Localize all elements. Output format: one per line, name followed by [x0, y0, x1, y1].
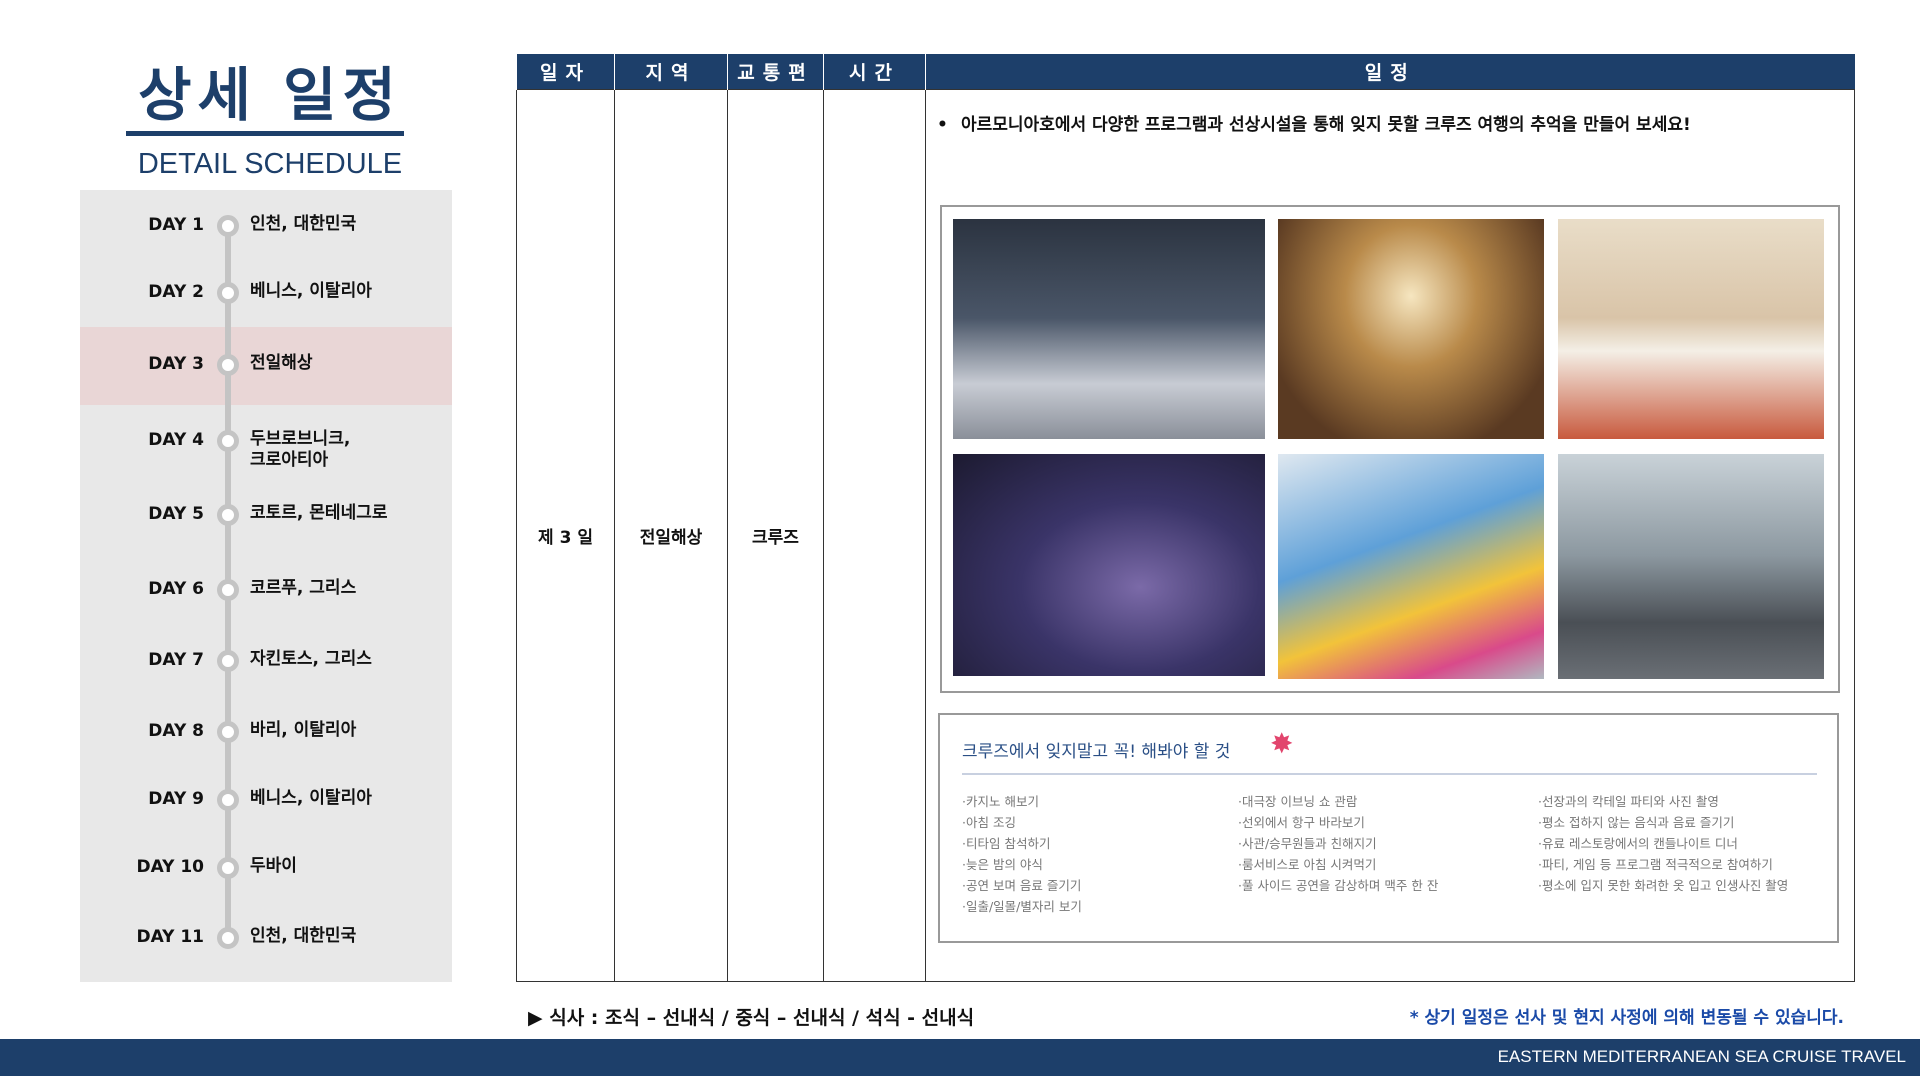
day-label: DAY 5 — [148, 504, 204, 524]
meal-info: ▶ 식사 : 조식 – 선내식 / 중식 – 선내식 / 석식 - 선내식 — [528, 1007, 975, 1029]
photo-dining-room — [1558, 219, 1824, 439]
timeline-dot-icon — [217, 789, 239, 811]
day-item[interactable]: DAY 6 코르푸, 그리스 — [80, 575, 452, 605]
cell-date: 제 3 일 — [516, 88, 615, 982]
photo-casino-lobby — [1278, 219, 1544, 439]
must-do-item: ·풀 사이드 공연을 감상하며 맥주 한 잔 — [1238, 878, 1439, 893]
must-do-column: ·대극장 이브닝 쇼 관람 ·선외에서 항구 바라보기 ·사관/승무원들과 친해지기… — [1238, 791, 1438, 896]
must-do-item: ·선외에서 항구 바라보기 — [1238, 815, 1365, 830]
must-do-box: 크루즈에서 잊지말고 꼭! 해봐야 할 것 ✸ ·카지노 해보기 ·아침 조깅 ·티… — [938, 713, 1839, 943]
day-place: 인천, 대한민국 — [250, 214, 357, 234]
day-item[interactable]: DAY 2 베니스, 이탈리아 — [80, 278, 452, 308]
must-do-item: ·사관/승무원들과 친해지기 — [1238, 836, 1377, 851]
timeline-dot-icon — [217, 504, 239, 526]
schedule-content: 아르모니아호에서 다양한 프로그램과 선상시설을 통해 잊지 못할 크루즈 여행… — [925, 89, 1855, 982]
day-item[interactable]: DAY 9 베니스, 이탈리아 — [80, 785, 452, 815]
timeline-dot-icon — [217, 282, 239, 304]
photo-fitness-center — [1558, 454, 1824, 679]
day-label: DAY 2 — [148, 282, 204, 302]
must-do-title: 크루즈에서 잊지말고 꼭! 해봐야 할 것 — [962, 742, 1231, 762]
cell-time — [823, 88, 926, 982]
must-do-item: ·평소에 입지 못한 화려한 옷 입고 인생사진 촬영 — [1538, 878, 1789, 893]
day-label: DAY 7 — [148, 650, 204, 670]
day-item[interactable]: DAY 10 두바이 — [80, 853, 452, 883]
schedule-description: 아르모니아호에서 다양한 프로그램과 선상시설을 통해 잊지 못할 크루즈 여행… — [937, 115, 1737, 136]
must-do-item: ·일출/일몰/별자리 보기 — [962, 899, 1082, 914]
must-do-item: ·유료 레스토랑에서의 캔들나이트 디너 — [1538, 836, 1738, 851]
day-label: DAY 6 — [148, 579, 204, 599]
must-do-item: ·파티, 게임 등 프로그램 적극적으로 참여하기 — [1538, 857, 1773, 872]
day-place: 코르푸, 그리스 — [250, 578, 357, 598]
day-label: DAY 10 — [136, 857, 204, 877]
timeline-dot-icon — [217, 857, 239, 879]
day-item[interactable]: DAY 7 자킨토스, 그리스 — [80, 646, 452, 676]
day-place: 코토르, 몬테네그로 — [250, 503, 388, 523]
must-do-item: ·룸서비스로 아침 시켜먹기 — [1238, 857, 1377, 872]
photo-theater-show — [953, 454, 1265, 676]
timeline-dot-icon — [217, 721, 239, 743]
timeline-dot-icon — [217, 354, 239, 376]
day-label: DAY 4 — [148, 430, 204, 450]
footer-text: EASTERN MEDITERRANEAN SEA CRUISE TRAVEL — [1497, 1047, 1906, 1066]
must-do-column: ·카지노 해보기 ·아침 조깅 ·티타임 참석하기 ·늦은 밤의 야식 ·공연 보며 음… — [962, 791, 1082, 917]
day-place: 인천, 대한민국 — [250, 926, 357, 946]
day-item[interactable]: DAY 5 코토르, 몬테네그로 — [80, 500, 452, 530]
timeline-dot-icon — [217, 579, 239, 601]
day-label: DAY 11 — [136, 927, 204, 947]
must-do-item: ·평소 접하지 않는 음식과 음료 즐기기 — [1538, 815, 1735, 830]
must-do-item: ·아침 조깅 — [962, 815, 1016, 830]
timeline-dot-icon — [217, 927, 239, 949]
page-subtitle: DETAIL SCHEDULE — [137, 148, 403, 180]
header-transport: 교통편 — [727, 54, 824, 89]
title-underline — [126, 131, 404, 136]
day-label: DAY 9 — [148, 789, 204, 809]
must-do-item: ·공연 보며 음료 즐기기 — [962, 878, 1082, 893]
must-do-column: ·선장과의 칵테일 파티와 사진 촬영 ·평소 접하지 않는 음식과 음료 즐기기… — [1538, 791, 1788, 896]
footer-bar: EASTERN MEDITERRANEAN SEA CRUISE TRAVEL — [0, 1039, 1920, 1076]
timeline-dot-icon — [217, 215, 239, 237]
cell-region: 전일해상 — [614, 88, 728, 982]
must-do-divider — [962, 773, 1817, 775]
day-item[interactable]: DAY 11 인천, 대한민국 — [80, 923, 452, 953]
photo-nightclub — [953, 219, 1265, 439]
header-date: 일자 — [516, 54, 615, 89]
day-place: 전일해상 — [250, 353, 313, 373]
must-do-item: ·티타임 참석하기 — [962, 836, 1051, 851]
timeline-dot-icon — [217, 650, 239, 672]
day-place: 자킨토스, 그리스 — [250, 649, 372, 669]
header-schedule: 일정 — [925, 54, 1855, 89]
must-do-item: ·늦은 밤의 야식 — [962, 857, 1043, 872]
day-label: DAY 1 — [148, 215, 204, 235]
schedule-notice: * 상기 일정은 선사 및 현지 사정에 의해 변동될 수 있습니다. — [1409, 1008, 1844, 1028]
day-item[interactable]: DAY 1 인천, 대한민국 — [80, 211, 452, 241]
day-place: 베니스, 이탈리아 — [250, 788, 372, 808]
day-item[interactable]: DAY 3 전일해상 — [80, 350, 452, 380]
photo-water-park — [1278, 454, 1544, 679]
photo-gallery — [940, 205, 1840, 693]
header-region: 지역 — [614, 54, 728, 89]
day-place: 두바이 — [250, 856, 297, 876]
cell-transport: 크루즈 — [727, 88, 824, 982]
day-label: DAY 3 — [148, 354, 204, 374]
day-place: 바리, 이탈리아 — [250, 720, 357, 740]
page-title: 상세 일정 — [138, 61, 402, 129]
star-icon: ✸ — [1270, 727, 1294, 760]
day-item[interactable]: DAY 4 두브로브니크, 크로아티아 — [80, 426, 452, 470]
timeline-dot-icon — [217, 430, 239, 452]
day-place: 두브로브니크, 크로아티아 — [250, 429, 351, 470]
day-item[interactable]: DAY 8 바리, 이탈리아 — [80, 717, 452, 747]
must-do-item: ·대극장 이브닝 쇼 관람 — [1238, 794, 1358, 809]
day-label: DAY 8 — [148, 721, 204, 741]
day-place: 베니스, 이탈리아 — [250, 281, 372, 301]
must-do-item: ·카지노 해보기 — [962, 794, 1039, 809]
must-do-item: ·선장과의 칵테일 파티와 사진 촬영 — [1538, 794, 1719, 809]
header-time: 시간 — [823, 54, 926, 89]
day-timeline: DAY 1 인천, 대한민국 DAY 2 베니스, 이탈리아 DAY 3 전일해상 DAY … — [80, 190, 452, 982]
